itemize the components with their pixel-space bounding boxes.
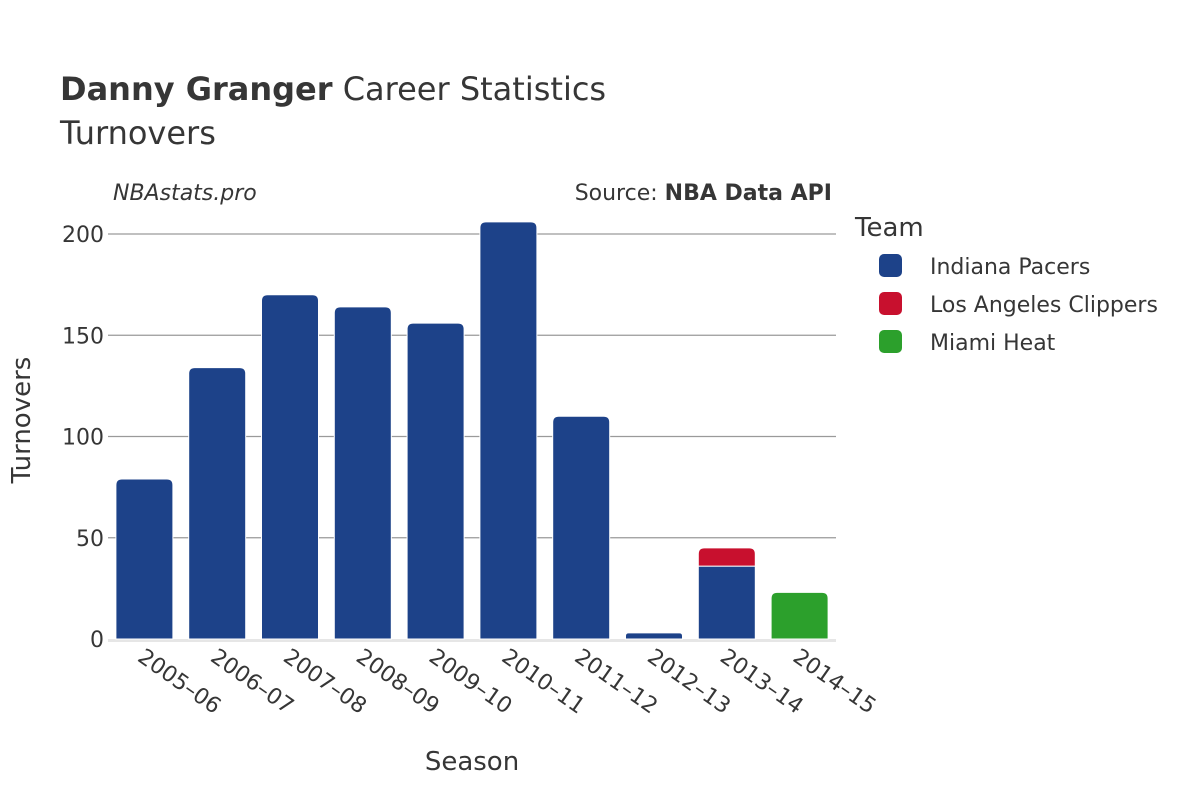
bar-los-angeles-clippers <box>697 547 756 567</box>
y-tick-label: 150 <box>62 324 104 349</box>
legend-label: Indiana Pacers <box>930 255 1090 280</box>
legend-swatch <box>879 254 902 277</box>
bar-indiana-pacers <box>188 367 247 640</box>
legend-label: Miami Heat <box>930 331 1056 356</box>
watermark: NBAstats.pro <box>113 181 257 206</box>
bar-indiana-pacers <box>552 415 611 640</box>
source-label: Source: NBA Data API <box>575 181 832 206</box>
legend-swatch <box>879 292 902 315</box>
legend-title: Team <box>854 213 924 243</box>
y-tick-label: 200 <box>62 223 104 248</box>
chart: Danny Granger Career Statistics Turnover… <box>7 70 1158 777</box>
legend-label: Los Angeles Clippers <box>930 293 1158 318</box>
chart-subtitle: Turnovers <box>59 114 216 152</box>
bar-indiana-pacers <box>625 632 683 640</box>
bar-indiana-pacers <box>261 294 319 640</box>
bar-indiana-pacers <box>115 478 174 640</box>
y-tick-label: 100 <box>62 426 104 451</box>
legend-item[interactable]: Indiana Pacers <box>879 254 1090 280</box>
x-axis-ticks: 2005–062006–072007–082008–092009–102010–… <box>133 644 880 719</box>
y-tick-label: 0 <box>90 628 104 653</box>
y-axis-ticks: 0 50 100 150 200 <box>62 223 104 653</box>
x-tick-label: 2014–15 <box>788 644 880 719</box>
bar-miami-heat <box>770 591 829 640</box>
bar-indiana-pacers <box>406 322 465 640</box>
bar-indiana-pacers <box>333 306 392 640</box>
y-axis-label: Turnovers <box>7 357 37 485</box>
chart-title: Danny Granger Career Statistics <box>60 70 606 108</box>
bar-indiana-pacers <box>697 565 756 640</box>
bars <box>115 221 829 640</box>
legend: Indiana Pacers Los Angeles Clippers Miami … <box>879 254 1158 356</box>
legend-item[interactable]: Miami Heat <box>879 330 1056 356</box>
y-tick-label: 50 <box>76 527 104 552</box>
legend-item[interactable]: Los Angeles Clippers <box>879 292 1158 318</box>
bar-indiana-pacers <box>479 221 538 640</box>
legend-swatch <box>879 330 902 353</box>
x-axis-label: Season <box>425 747 519 777</box>
